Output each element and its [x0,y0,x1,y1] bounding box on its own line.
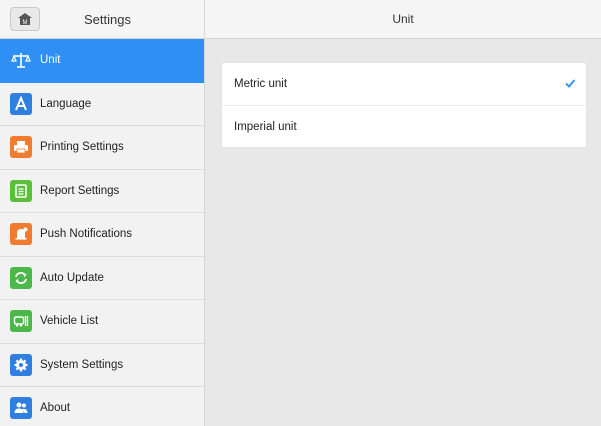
sidebar-item-label: Vehicle List [40,315,99,328]
option-label: Imperial unit [234,120,297,133]
svg-text:M: M [23,20,28,26]
settings-menu: Unit Language Printing Settings Report S… [0,39,204,426]
option-imperial-unit[interactable]: Imperial unit [222,105,586,147]
sidebar-item-system-settings[interactable]: System Settings [0,344,204,387]
checkmark-icon [565,79,576,88]
unit-options-card: Metric unit Imperial unit [222,63,586,147]
sidebar-title: Settings [84,11,131,27]
sidebar-item-unit[interactable]: Unit [0,39,204,83]
sidebar-item-push-notifications[interactable]: Push Notifications [0,213,204,257]
sidebar-item-label: System Settings [40,358,124,371]
sidebar-item-label: Report Settings [40,184,120,197]
sidebar-item-language[interactable]: Language [0,83,204,126]
option-label: Metric unit [234,78,288,90]
sidebar: M Settings Unit Language Printing Settin… [0,0,205,426]
sidebar-item-label: Printing Settings [40,141,124,154]
people-icon [10,397,32,420]
home-button[interactable]: M [10,7,40,31]
report-icon [10,179,32,202]
printer-icon [10,136,32,159]
refresh-icon [10,266,32,289]
page-title: Unit [392,12,414,26]
sidebar-item-vehicle-list[interactable]: Vehicle List [0,300,204,344]
sidebar-header: M Settings [0,0,204,39]
sidebar-item-report-settings[interactable]: Report Settings [0,170,204,213]
sidebar-item-label: Language [40,97,92,110]
gear-icon [10,353,32,376]
sidebar-item-auto-update[interactable]: Auto Update [0,257,204,300]
sidebar-item-printing-settings[interactable]: Printing Settings [0,126,204,170]
home-icon: M [18,13,32,26]
sidebar-item-label: Unit [40,54,61,67]
scale-icon [10,49,32,71]
sidebar-item-label: Auto Update [40,271,104,284]
letter-a-icon [10,92,32,115]
sidebar-item-label: Push Notifications [40,228,133,241]
vehicle-list-icon [10,310,32,333]
option-metric-unit[interactable]: Metric unit [222,63,586,105]
sidebar-item-label: About [40,402,71,415]
sidebar-item-about[interactable]: About [0,387,204,426]
bell-icon [10,223,32,246]
main-header: Unit [205,0,601,39]
